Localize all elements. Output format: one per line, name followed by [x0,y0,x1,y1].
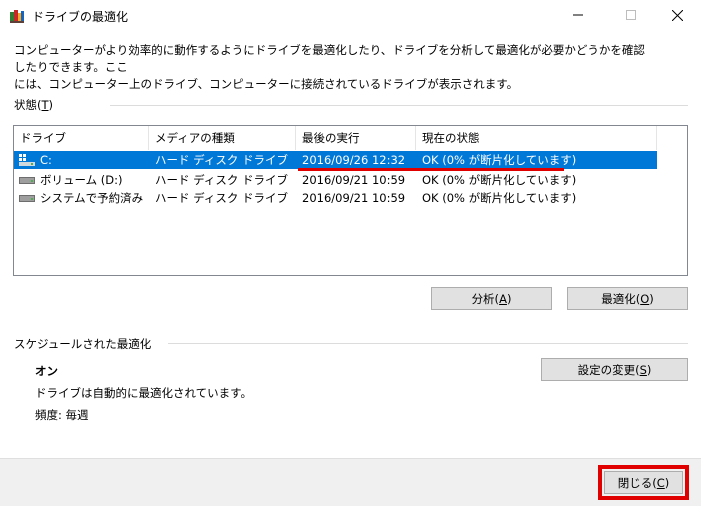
drive-media-type: ハード ディスク ドライブ [155,173,289,187]
change-settings-button[interactable]: 設定の変更(S) [541,358,688,381]
drive-status: OK (0% が断片化しています) [422,191,577,205]
drive-name: C: [40,153,52,167]
drive-media-type: ハード ディスク ドライブ [155,191,289,205]
schedule-state: オン [35,364,58,378]
schedule-section-label: スケジュールされた最適化 [14,337,152,351]
drive-last-run: 2016/09/21 10:59 [302,173,406,187]
defrag-app-icon [10,10,24,23]
drive-list-header: ドライブ メディアの種類 最後の実行 現在の状態 [14,126,657,150]
drive-name: システムで予約済み [40,191,144,205]
windows-drive-icon [19,154,35,166]
annotation-highlight-box [598,465,689,500]
description-line-2: には、コンピューター上のドライブ、コンピューターに接続されているドライブが表示さ… [14,77,519,91]
drive-name: ボリューム (D:) [40,173,123,187]
drive-last-run: 2016/09/26 12:32 [302,153,406,167]
drive-row-system-reserved[interactable]: システムで予約済み ハード ディスク ドライブ 2016/09/21 10:59… [14,189,657,207]
status-separator [110,105,688,106]
defrag-window: ドライブの最適化 コンピューターがより効率的に動作するようにドライブを最適化した… [0,0,701,506]
description-text: コンピューターがより効率的に動作するようにドライブを最適化したり、ドライブを分析… [14,42,654,93]
dialog-footer [0,458,701,506]
drive-row-d[interactable]: ボリューム (D:) ハード ディスク ドライブ 2016/09/21 10:5… [14,171,657,189]
drive-row-c[interactable]: C: ハード ディスク ドライブ 2016/09/26 12:32 OK (0%… [14,151,657,169]
drive-media-type: ハード ディスク ドライブ [155,153,289,167]
column-header-drive[interactable]: ドライブ [14,126,149,150]
drive-status: OK (0% が断片化しています) [422,173,577,187]
drive-last-run: 2016/09/21 10:59 [302,191,406,205]
description-line-1: コンピューターがより効率的に動作するようにドライブを最適化したり、ドライブを分析… [14,43,645,74]
hard-drive-icon [19,195,35,202]
drive-status: OK (0% が断片化しています) [422,153,577,167]
status-section-label: 状態(T) [14,98,54,112]
drive-list[interactable]: ドライブ メディアの種類 最後の実行 現在の状態 C: ハード ディスク ドライ… [13,125,688,276]
column-header-current-status[interactable]: 現在の状態 [416,126,657,150]
close-icon [671,9,683,21]
schedule-separator [168,343,688,344]
schedule-auto-text: ドライブは自動的に最適化されています。 [35,386,253,400]
analyze-button[interactable]: 分析(A) [431,287,552,310]
column-header-last-run[interactable]: 最後の実行 [296,126,416,150]
minimize-button[interactable] [555,0,601,30]
minimize-icon [573,14,583,16]
maximize-button[interactable] [608,0,654,30]
window-title: ドライブの最適化 [32,10,129,24]
close-window-button[interactable] [654,0,700,30]
column-header-media-type[interactable]: メディアの種類 [149,126,296,150]
schedule-frequency: 頻度: 毎週 [35,408,89,422]
hard-drive-icon [19,177,35,184]
annotation-underline [298,168,564,171]
title-bar[interactable]: ドライブの最適化 [0,0,701,32]
maximize-icon [626,10,636,20]
optimize-button[interactable]: 最適化(O) [567,287,688,310]
